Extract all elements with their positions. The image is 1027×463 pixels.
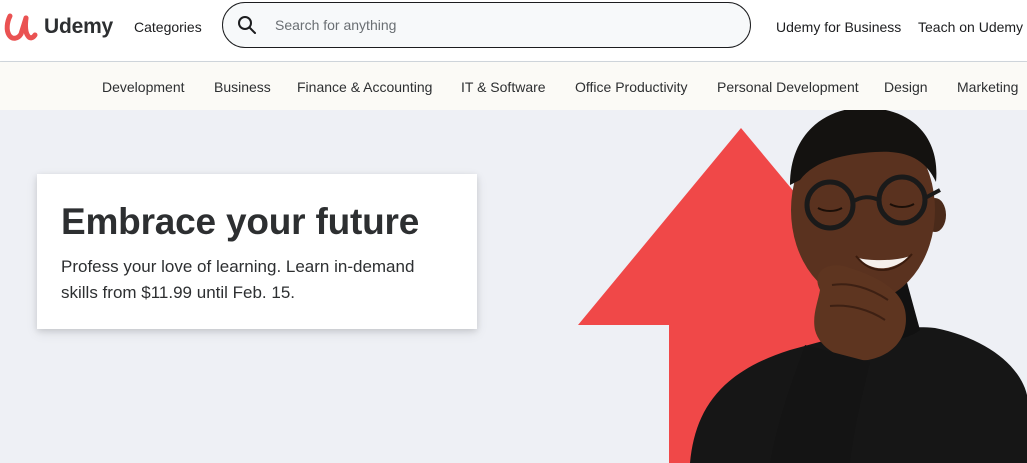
udemy-logo[interactable]: Udemy [2,12,113,42]
search-bar[interactable] [222,2,751,48]
category-marketing[interactable]: Marketing [957,79,1018,95]
search-input[interactable] [275,17,735,33]
category-business[interactable]: Business [214,79,271,95]
hero-subtext: Profess your love of learning. Learn in-… [61,257,415,302]
category-office-productivity[interactable]: Office Productivity [575,79,688,95]
hero-headline: Embrace your future [61,201,420,242]
category-finance-accounting[interactable]: Finance & Accounting [297,79,432,95]
category-development[interactable]: Development [102,79,185,95]
udemy-logo-icon [4,13,38,41]
hero-banner[interactable]: Embrace your future Profess your love of… [0,110,1027,463]
category-it-software[interactable]: IT & Software [461,79,546,95]
teach-on-udemy-link[interactable]: Teach on Udemy [918,19,1023,35]
category-nav: Development Business Finance & Accountin… [0,62,1027,110]
site-header: Udemy Categories Udemy for Business Teac… [0,0,1027,62]
logo-text: Udemy [44,15,114,38]
category-personal-development[interactable]: Personal Development [717,79,859,95]
category-design[interactable]: Design [884,79,928,95]
categories-menu[interactable]: Categories [134,19,202,35]
search-icon[interactable] [237,15,257,35]
udemy-for-business-link[interactable]: Udemy for Business [776,19,901,35]
hero-promo-card: Embrace your future Profess your love of… [37,174,477,329]
